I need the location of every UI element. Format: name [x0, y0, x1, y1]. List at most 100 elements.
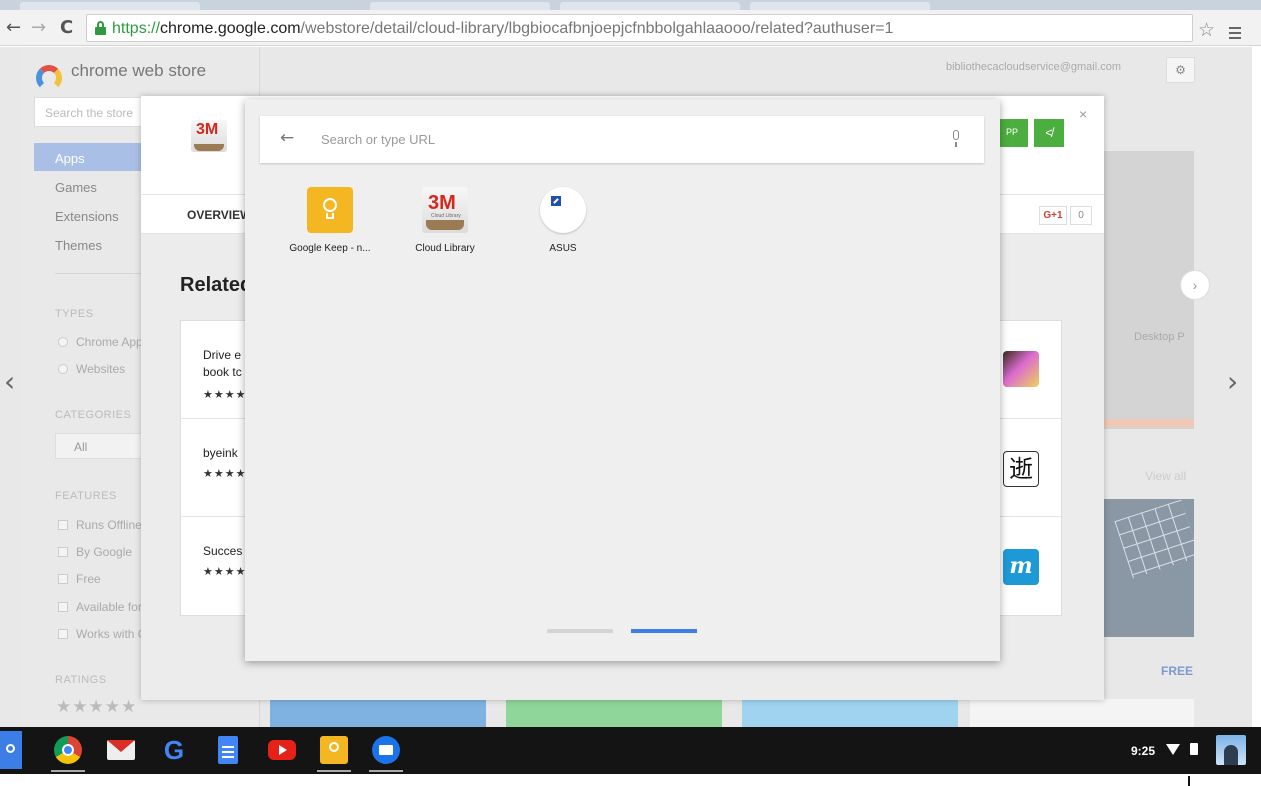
google-keep-icon[interactable]: [317, 736, 351, 772]
url-scheme: https://: [112, 20, 161, 37]
launcher-app-google-keep[interactable]: Google Keep - n...: [280, 187, 380, 254]
app-launcher: ← Google Keep - n... 3M Cloud Library Cl…: [245, 99, 1000, 661]
launcher-search-input[interactable]: [321, 128, 921, 150]
reload-button[interactable]: C: [60, 19, 73, 37]
files-icon[interactable]: [369, 736, 403, 772]
types-heading: TYPES: [55, 308, 94, 320]
browser-toolbar: ← → C https://chrome.google.com/webstore…: [0, 10, 1261, 46]
tab-overview[interactable]: OVERVIEW: [187, 208, 251, 222]
hamburger-menu-icon[interactable]: [1229, 27, 1241, 42]
battery-icon[interactable]: [1190, 743, 1198, 755]
address-bar[interactable]: https://chrome.google.com/webstore/detai…: [86, 14, 1193, 42]
tile-thumbnail[interactable]: [270, 699, 486, 727]
option-label: By Google: [76, 545, 133, 559]
carousel-next-button[interactable]: ›: [1227, 368, 1238, 396]
cloud-library-icon: 3M Cloud Library: [422, 187, 468, 233]
page-indicator-2[interactable]: [631, 629, 697, 633]
sidebar-item-games[interactable]: Games: [34, 172, 144, 200]
related-item-stars: ★★★★: [203, 566, 247, 578]
featured-panel-strip: [1104, 419, 1194, 427]
launcher-app-asus[interactable]: ASUS: [513, 187, 613, 254]
sidebar-item-themes[interactable]: Themes: [34, 230, 144, 258]
back-button[interactable]: ←: [6, 19, 21, 37]
launcher-app-cloud-library[interactable]: 3M Cloud Library Cloud Library: [395, 187, 495, 254]
features-heading: FEATURES: [55, 490, 117, 502]
add-to-chrome-button[interactable]: PP: [996, 119, 1028, 147]
related-item-name: byeink: [203, 446, 238, 460]
running-indicator: [369, 770, 403, 772]
browser-tab[interactable]: [370, 2, 550, 10]
microphone-icon[interactable]: [950, 130, 962, 148]
running-indicator: [317, 770, 351, 772]
app-label: Google Keep - n...: [289, 243, 371, 254]
calligraphy-app-icon: 逝: [1003, 451, 1039, 487]
avatar[interactable]: [1216, 735, 1246, 765]
categories-heading: CATEGORIES: [55, 409, 132, 421]
feature-checkbox-runs-offline[interactable]: Runs Offline: [58, 518, 142, 532]
url-host: chrome.google.com: [160, 20, 301, 37]
related-app-icon: [1003, 351, 1039, 387]
carousel-prev-button[interactable]: ‹: [4, 368, 15, 396]
tab-strip: [0, 0, 1261, 10]
clock[interactable]: 9:25: [1131, 744, 1155, 758]
type-option-websites[interactable]: Websites: [58, 362, 125, 376]
sidebar-item-extensions[interactable]: Extensions: [34, 201, 144, 229]
launcher-search-box[interactable]: ←: [260, 116, 984, 163]
feature-checkbox-by-google[interactable]: By Google: [58, 545, 132, 559]
logo-subtext: Cloud Library: [431, 213, 461, 219]
star-outline-icon[interactable]: ☆: [1198, 21, 1215, 40]
window-edge: [1252, 47, 1261, 727]
tile-thumbnail[interactable]: [970, 699, 1194, 727]
gear-icon[interactable]: ⚙: [1166, 57, 1195, 83]
view-all-link[interactable]: View all: [1145, 469, 1186, 483]
account-email[interactable]: bibliothecacloudservice@gmail.com: [946, 61, 1121, 73]
lock-icon: [95, 21, 106, 35]
url-text[interactable]: https://chrome.google.com/webstore/detai…: [112, 20, 893, 38]
share-icon[interactable]: ≮: [1034, 119, 1064, 147]
wifi-icon[interactable]: [1166, 744, 1180, 755]
browser-tab[interactable]: [750, 2, 930, 10]
option-label: Chrome Apps: [76, 335, 149, 349]
google-search-icon[interactable]: G: [160, 736, 188, 764]
ratings-heading: RATINGS: [55, 674, 107, 686]
option-label: Free: [76, 572, 101, 586]
google-plus-count: 0: [1070, 206, 1092, 225]
cloud-library-logo-icon: 3M: [191, 120, 227, 152]
chevron-right-icon[interactable]: ›: [1180, 270, 1210, 300]
forward-button[interactable]: →: [31, 19, 46, 37]
tile-thumbnail[interactable]: [506, 699, 722, 727]
url-path: /webstore/detail/cloud-library/lbgbiocaf…: [300, 20, 894, 37]
asus-icon: [540, 187, 586, 233]
browser-tab[interactable]: [20, 2, 200, 10]
screen: ← → C https://chrome.google.com/webstore…: [0, 0, 1261, 786]
logo-text: 3M: [196, 121, 219, 138]
browser-tab[interactable]: [560, 2, 740, 10]
webstore-title[interactable]: chrome web store: [71, 61, 206, 81]
meister-app-icon: m: [1003, 549, 1039, 585]
close-icon[interactable]: ×: [1079, 106, 1087, 122]
back-arrow-icon[interactable]: ←: [280, 128, 294, 148]
youtube-icon[interactable]: [268, 740, 296, 760]
rating-filter-stars[interactable]: ★★★★★: [56, 697, 137, 717]
app-label: Cloud Library: [415, 243, 475, 254]
google-plus-button[interactable]: G+1: [1039, 206, 1067, 225]
mouse-cursor: [1188, 776, 1190, 786]
gmail-icon[interactable]: [107, 740, 135, 760]
sidebar-item-apps[interactable]: Apps: [34, 143, 144, 171]
option-label: Runs Offline: [76, 518, 142, 532]
category-select[interactable]: All: [55, 433, 155, 459]
webstore-search-placeholder: Search the store: [45, 106, 134, 120]
feature-checkbox-free[interactable]: Free: [58, 572, 101, 586]
tile-thumbnail[interactable]: [742, 699, 958, 727]
google-keep-icon: [307, 187, 353, 233]
page-indicator-1[interactable]: [547, 629, 613, 633]
type-option-chrome-apps[interactable]: Chrome Apps: [58, 335, 149, 349]
app-launcher-icon[interactable]: [0, 731, 22, 769]
option-label: Websites: [76, 362, 126, 376]
app-thumbnail[interactable]: [1104, 499, 1194, 637]
chrome-icon[interactable]: [51, 736, 85, 772]
shelf: G 9:25: [0, 727, 1261, 774]
logo-text: 3M: [428, 192, 456, 214]
google-docs-icon[interactable]: [218, 736, 238, 764]
screen-bottom: [0, 774, 1261, 786]
